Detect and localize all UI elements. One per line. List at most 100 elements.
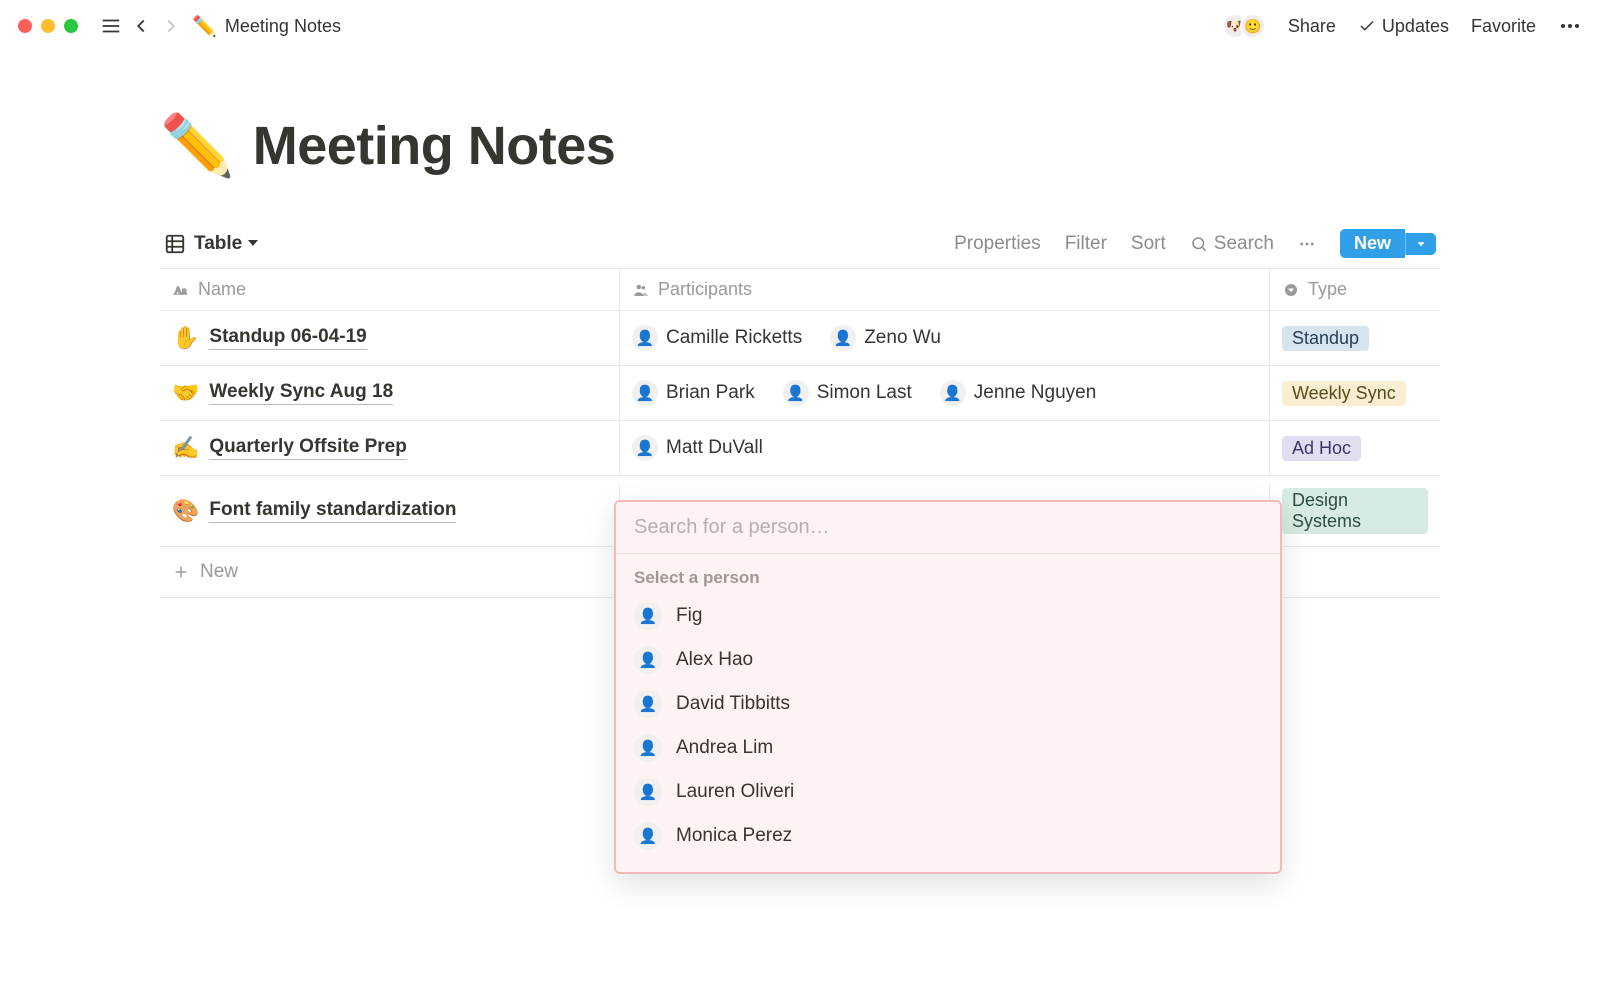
person-picker-section-label: Select a person bbox=[616, 554, 1280, 594]
avatar-icon: 👤 bbox=[634, 778, 662, 806]
table-row[interactable]: ✋ Standup 06-04-19 👤 Camille Ricketts 👤 Zeno … bbox=[160, 311, 1440, 366]
cell-type[interactable]: Design Systems bbox=[1270, 476, 1440, 546]
person-search-input[interactable]: Search for a person… bbox=[616, 502, 1280, 554]
participant-chip[interactable]: 👤Brian Park bbox=[632, 380, 755, 406]
avatar-icon: 👤 bbox=[634, 734, 662, 762]
search-button[interactable]: Search bbox=[1190, 233, 1274, 255]
participant-chip[interactable]: 👤 Matt DuVall bbox=[632, 435, 763, 461]
avatar-icon: 👤 bbox=[634, 690, 662, 718]
person-option[interactable]: 👤 Fig bbox=[616, 594, 1280, 638]
type-tag: Standup bbox=[1282, 326, 1369, 351]
type-tag: Weekly Sync bbox=[1282, 381, 1406, 406]
table-row[interactable]: 🤝Weekly Sync Aug 18👤Brian Park👤Simon Las… bbox=[160, 366, 1440, 421]
sort-button[interactable]: Sort bbox=[1131, 233, 1166, 255]
participant-chip[interactable]: 👤Jenne Nguyen bbox=[940, 380, 1097, 406]
row-title[interactable]: Weekly Sync Aug 18 bbox=[209, 381, 393, 405]
row-emoji-icon: ✍️ bbox=[172, 435, 199, 461]
row-title[interactable]: Font family standardization bbox=[209, 499, 456, 523]
avatar-icon: 👤 bbox=[783, 380, 809, 406]
updates-label: Updates bbox=[1382, 16, 1449, 37]
person-option-name: David Tibbitts bbox=[676, 693, 790, 715]
view-switcher[interactable]: Table bbox=[164, 233, 258, 255]
type-tag: Ad Hoc bbox=[1282, 436, 1361, 461]
avatar-icon: 👤 bbox=[634, 822, 662, 850]
avatar-icon: 👤 bbox=[632, 325, 658, 351]
participant-name: Camille Ricketts bbox=[666, 327, 802, 349]
filter-button[interactable]: Filter bbox=[1065, 233, 1107, 255]
new-button-dropdown[interactable] bbox=[1405, 233, 1436, 255]
cell-type[interactable]: Standup bbox=[1270, 311, 1440, 365]
cell-type[interactable]: Ad Hoc bbox=[1270, 421, 1440, 475]
participant-chip[interactable]: 👤 Zeno Wu bbox=[830, 325, 941, 351]
cell-name[interactable]: 🤝 Weekly Sync Aug 18 bbox=[160, 366, 620, 420]
view-label: Table bbox=[194, 233, 258, 255]
person-option-name: Fig bbox=[676, 605, 702, 627]
window-close[interactable] bbox=[18, 19, 32, 33]
avatar-icon: 👤 bbox=[830, 325, 856, 351]
breadcrumb-title: Meeting Notes bbox=[225, 16, 341, 37]
column-type[interactable]: Type bbox=[1270, 269, 1440, 310]
updates-button[interactable]: Updates bbox=[1358, 16, 1449, 37]
view-more-icon[interactable] bbox=[1298, 235, 1316, 253]
avatar-icon: 👤 bbox=[632, 435, 658, 461]
column-participants[interactable]: Participants bbox=[620, 269, 1270, 310]
hamburger-icon[interactable] bbox=[96, 11, 126, 41]
window-minimize[interactable] bbox=[41, 19, 55, 33]
cell-participants[interactable]: 👤Brian Park👤Simon Last👤Jenne Nguyen bbox=[620, 366, 1270, 420]
window-topbar: ✏️ Meeting Notes 🐶🙂 Share Updates Favori… bbox=[0, 0, 1600, 52]
person-option-name: Monica Perez bbox=[676, 825, 792, 847]
participant-name: Matt DuVall bbox=[666, 437, 763, 459]
page-icon[interactable]: ✏️ bbox=[160, 110, 235, 181]
participant-name: Simon Last bbox=[817, 382, 912, 404]
cell-name[interactable]: ✋ Standup 06-04-19 bbox=[160, 311, 620, 365]
more-menu-icon[interactable] bbox=[1558, 14, 1582, 38]
column-participants-label: Participants bbox=[658, 279, 752, 300]
column-name[interactable]: Aa Name bbox=[160, 269, 620, 310]
person-option[interactable]: 👤Andrea Lim bbox=[616, 726, 1280, 770]
traffic-lights bbox=[18, 19, 78, 33]
cell-type[interactable]: Weekly Sync bbox=[1270, 366, 1440, 420]
svg-text:Aa: Aa bbox=[174, 285, 187, 296]
column-name-label: Name bbox=[198, 279, 246, 300]
row-emoji-icon: 🎨 bbox=[172, 498, 199, 524]
database-viewbar: Table Properties Filter Sort Search New bbox=[160, 229, 1440, 269]
cell-participants[interactable]: 👤 Camille Ricketts 👤 Zeno Wu bbox=[620, 311, 1270, 365]
breadcrumb[interactable]: ✏️ Meeting Notes bbox=[192, 14, 341, 39]
cell-participants[interactable]: 👤 Matt DuVall bbox=[620, 421, 1270, 475]
nav-back-icon[interactable] bbox=[126, 11, 156, 41]
presence-avatars[interactable]: 🐶🙂 bbox=[1230, 13, 1266, 39]
table-header: Aa Name Participants Type bbox=[160, 269, 1440, 311]
row-emoji-icon: 🤝 bbox=[172, 380, 199, 406]
row-emoji-icon: ✋ bbox=[172, 325, 199, 351]
row-title[interactable]: Quarterly Offsite Prep bbox=[209, 436, 406, 460]
page-title[interactable]: Meeting Notes bbox=[253, 115, 616, 177]
cell-name[interactable]: 🎨 Font family standardization bbox=[160, 484, 620, 538]
table-row[interactable]: ✍️ Quarterly Offsite Prep 👤 Matt DuVall Ad H… bbox=[160, 421, 1440, 476]
person-option-name: Alex Hao bbox=[676, 649, 753, 671]
window-zoom[interactable] bbox=[64, 19, 78, 33]
participant-chip[interactable]: 👤 Camille Ricketts bbox=[632, 325, 802, 351]
cell-name[interactable]: ✍️ Quarterly Offsite Prep bbox=[160, 421, 620, 475]
breadcrumb-icon: ✏️ bbox=[192, 14, 217, 39]
avatar-icon: 👤 bbox=[634, 602, 662, 630]
person-option[interactable]: 👤 Alex Hao bbox=[616, 638, 1280, 682]
avatar-icon: 👤 bbox=[632, 380, 658, 406]
participant-chip[interactable]: 👤 Simon Last bbox=[783, 380, 912, 406]
avatar-icon: 👤 bbox=[634, 646, 662, 674]
person-option[interactable]: 👤Lauren Oliveri bbox=[616, 770, 1280, 814]
nav-forward-icon bbox=[156, 11, 186, 41]
avatar-icon: 👤 bbox=[940, 380, 966, 406]
person-picker-popover: Search for a person… Select a person 👤 Fi… bbox=[614, 500, 1282, 874]
add-row-label: New bbox=[200, 561, 238, 583]
row-title[interactable]: Standup 06-04-19 bbox=[209, 326, 366, 350]
person-option[interactable]: 👤 Monica Perez bbox=[616, 814, 1280, 858]
participant-name: Zeno Wu bbox=[864, 327, 941, 349]
properties-button[interactable]: Properties bbox=[954, 233, 1041, 255]
person-option[interactable]: 👤 David Tibbitts bbox=[616, 682, 1280, 726]
favorite-button[interactable]: Favorite bbox=[1471, 16, 1536, 37]
search-label: Search bbox=[1214, 233, 1274, 255]
new-button[interactable]: New bbox=[1340, 229, 1436, 258]
column-type-label: Type bbox=[1308, 279, 1347, 300]
page-title-row: ✏️ Meeting Notes bbox=[160, 110, 1440, 181]
share-button[interactable]: Share bbox=[1288, 16, 1336, 37]
